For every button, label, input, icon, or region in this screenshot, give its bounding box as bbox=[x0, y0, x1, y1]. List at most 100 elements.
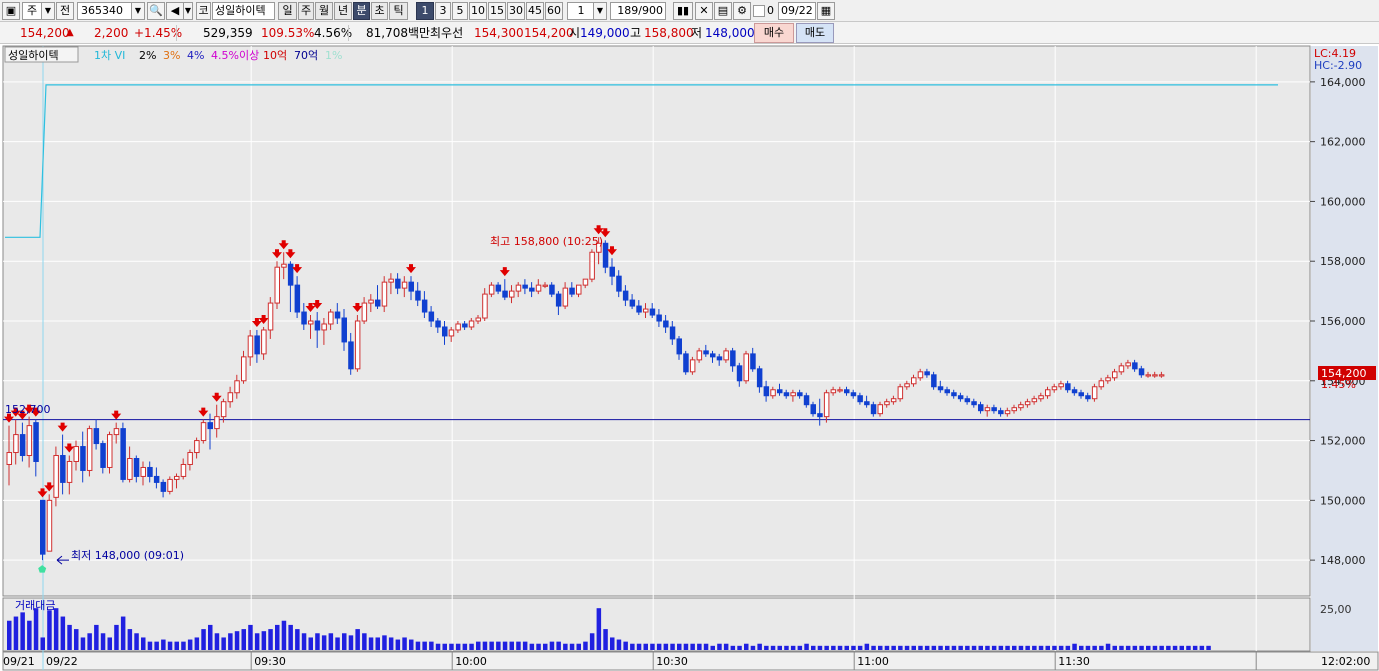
candle bbox=[274, 266, 280, 304]
candle bbox=[401, 281, 408, 289]
volume-bar bbox=[777, 645, 782, 650]
candle-icon[interactable]: ▮▮ bbox=[673, 2, 693, 20]
period-tab-5[interactable]: 초 bbox=[371, 2, 388, 20]
candle bbox=[435, 320, 441, 328]
y-tick-label: 148,000 bbox=[1320, 554, 1366, 567]
search-icon[interactable]: 🔍 bbox=[147, 2, 165, 20]
candle bbox=[241, 356, 247, 382]
window-menu-icon[interactable]: ▣ bbox=[2, 2, 20, 20]
chevron-down-icon[interactable]: ▼ bbox=[131, 2, 145, 20]
current-pct-label: 1.45% bbox=[1321, 378, 1356, 391]
save-icon[interactable]: ▤ bbox=[714, 2, 732, 20]
candle bbox=[234, 380, 240, 394]
chevron-down-icon[interactable]: ▼ bbox=[183, 2, 193, 20]
x-tick-label: 11:00 bbox=[857, 655, 889, 668]
volume-bar bbox=[1085, 645, 1091, 650]
volume-bar bbox=[797, 645, 803, 650]
interval-tab-3[interactable]: 3 bbox=[435, 2, 451, 20]
interval-select[interactable]: 1 bbox=[567, 2, 595, 20]
candle bbox=[1085, 395, 1091, 400]
candle bbox=[475, 317, 481, 322]
interval-tab-5[interactable]: 5 bbox=[452, 2, 468, 20]
speaker-icon[interactable]: ◀ bbox=[166, 2, 184, 20]
volume-bar bbox=[784, 645, 789, 650]
change-percent: +1.45% bbox=[134, 26, 183, 40]
candle bbox=[562, 287, 569, 307]
volume-bar bbox=[730, 645, 736, 650]
candle bbox=[421, 299, 428, 313]
interval-tab-30[interactable]: 30 bbox=[507, 2, 525, 20]
candle bbox=[261, 329, 267, 355]
interval-tab-15[interactable]: 15 bbox=[488, 2, 506, 20]
candle bbox=[924, 371, 930, 376]
sell-button[interactable]: 매도 bbox=[796, 23, 834, 43]
candle bbox=[931, 374, 937, 388]
volume-bar bbox=[603, 629, 608, 650]
divider bbox=[176, 25, 177, 41]
buy-button[interactable]: 매수 bbox=[754, 23, 794, 43]
chevron-down-icon[interactable]: ▼ bbox=[593, 2, 607, 20]
period-tab-2[interactable]: 월 bbox=[315, 2, 333, 20]
volume-bar bbox=[522, 641, 528, 650]
best-ask: 154,300 bbox=[474, 26, 524, 40]
volume-bar bbox=[891, 645, 896, 650]
divider bbox=[348, 25, 349, 41]
volume-bar bbox=[409, 639, 414, 650]
period-tab-0[interactable]: 일 bbox=[278, 2, 297, 20]
bar-count[interactable]: 189/900 bbox=[610, 2, 666, 20]
volume-bar bbox=[945, 645, 950, 650]
volume-bar bbox=[288, 624, 293, 650]
candle bbox=[803, 395, 810, 406]
candle bbox=[160, 481, 167, 492]
interval-tab-1[interactable]: 1 bbox=[416, 2, 434, 20]
volume-bar bbox=[134, 633, 139, 650]
crosshair-icon[interactable]: ✕ bbox=[695, 2, 713, 20]
volume-bar bbox=[94, 624, 99, 650]
volume-bar bbox=[415, 641, 421, 650]
period-tab-3[interactable]: 년 bbox=[334, 2, 352, 20]
candle bbox=[1004, 410, 1011, 415]
volume-bar bbox=[543, 643, 548, 650]
open-price: 149,000 bbox=[580, 26, 630, 40]
volume-bar bbox=[911, 645, 916, 650]
date-input[interactable]: 09/22 bbox=[778, 2, 816, 20]
market-type-select[interactable]: 주 bbox=[22, 2, 42, 20]
volume-bar bbox=[616, 639, 622, 650]
best-label: 최우선 bbox=[430, 26, 464, 40]
candle bbox=[13, 434, 19, 454]
interval-tab-60[interactable]: 60 bbox=[545, 2, 563, 20]
candle bbox=[629, 299, 636, 307]
candle bbox=[1118, 365, 1125, 373]
volume-bar bbox=[208, 624, 213, 650]
candle bbox=[194, 440, 200, 454]
gear-icon[interactable]: ⚙ bbox=[733, 2, 751, 20]
calendar-icon[interactable]: ▦ bbox=[817, 2, 835, 20]
candle bbox=[1018, 404, 1024, 409]
volume-bar bbox=[1052, 645, 1057, 650]
volume-bar bbox=[610, 637, 615, 650]
volume-bar bbox=[234, 631, 240, 650]
volume-bar bbox=[596, 608, 602, 650]
candle bbox=[153, 475, 160, 483]
zero-checkbox[interactable] bbox=[753, 5, 765, 17]
interval-tab-45[interactable]: 45 bbox=[526, 2, 544, 20]
volume-bar bbox=[1012, 645, 1017, 650]
candle bbox=[60, 455, 66, 483]
candle bbox=[120, 428, 126, 480]
volume-bar bbox=[328, 633, 334, 650]
period-tab-1[interactable]: 주 bbox=[298, 2, 314, 20]
period-tab-4[interactable]: 분 bbox=[353, 2, 370, 20]
prev-button[interactable]: 전 bbox=[56, 2, 74, 20]
volume-bar bbox=[904, 645, 910, 650]
volume-bar bbox=[27, 620, 32, 650]
volume-bar bbox=[1132, 645, 1138, 650]
candle bbox=[870, 404, 877, 415]
candle bbox=[294, 284, 301, 313]
chevron-down-icon[interactable]: ▼ bbox=[41, 2, 55, 20]
price-chart[interactable]: 148,000150,000152,000154,000156,000158,0… bbox=[0, 44, 1379, 671]
volume-bar bbox=[261, 631, 267, 650]
volume-bar bbox=[589, 633, 595, 650]
interval-tab-10[interactable]: 10 bbox=[469, 2, 487, 20]
period-tab-6[interactable]: 틱 bbox=[389, 2, 408, 20]
volume-bar bbox=[878, 645, 883, 650]
